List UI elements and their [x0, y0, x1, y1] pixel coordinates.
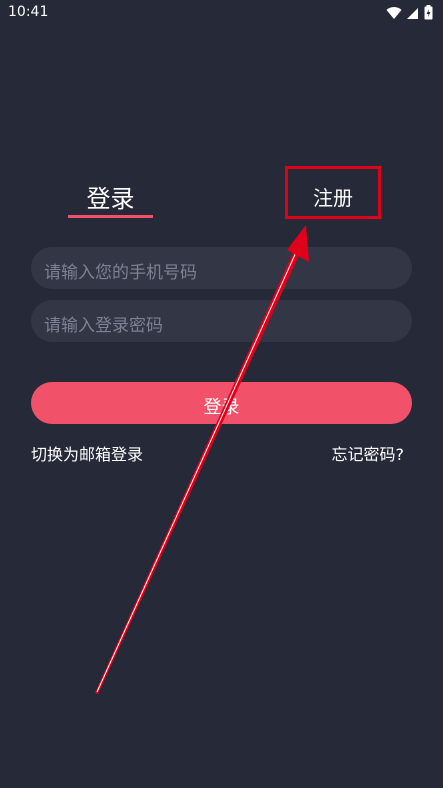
- cellular-signal-icon: [407, 7, 418, 19]
- login-button-label: 登录: [203, 397, 240, 418]
- login-button[interactable]: 登录: [31, 382, 412, 424]
- tab-login[interactable]: 登录: [68, 176, 153, 218]
- status-bar: 10:41: [0, 0, 443, 26]
- password-input[interactable]: 请输入登录密码: [31, 300, 412, 342]
- status-icons: [386, 5, 433, 20]
- tab-register[interactable]: 注册: [285, 166, 381, 219]
- forgot-password-link[interactable]: 忘记密码?: [332, 441, 405, 465]
- switch-to-email-login-link[interactable]: 切换为邮箱登录: [31, 441, 143, 465]
- battery-icon: [424, 5, 433, 20]
- wifi-icon: [386, 6, 402, 19]
- tab-login-label: 登录: [86, 185, 135, 213]
- tab-register-label: 注册: [313, 186, 353, 210]
- active-tab-indicator: [68, 215, 153, 218]
- password-input-placeholder: 请输入登录密码: [44, 316, 163, 336]
- phone-input-placeholder: 请输入您的手机号码: [44, 263, 197, 283]
- phone-input[interactable]: 请输入您的手机号码: [31, 247, 412, 289]
- status-time: 10:41: [8, 4, 49, 20]
